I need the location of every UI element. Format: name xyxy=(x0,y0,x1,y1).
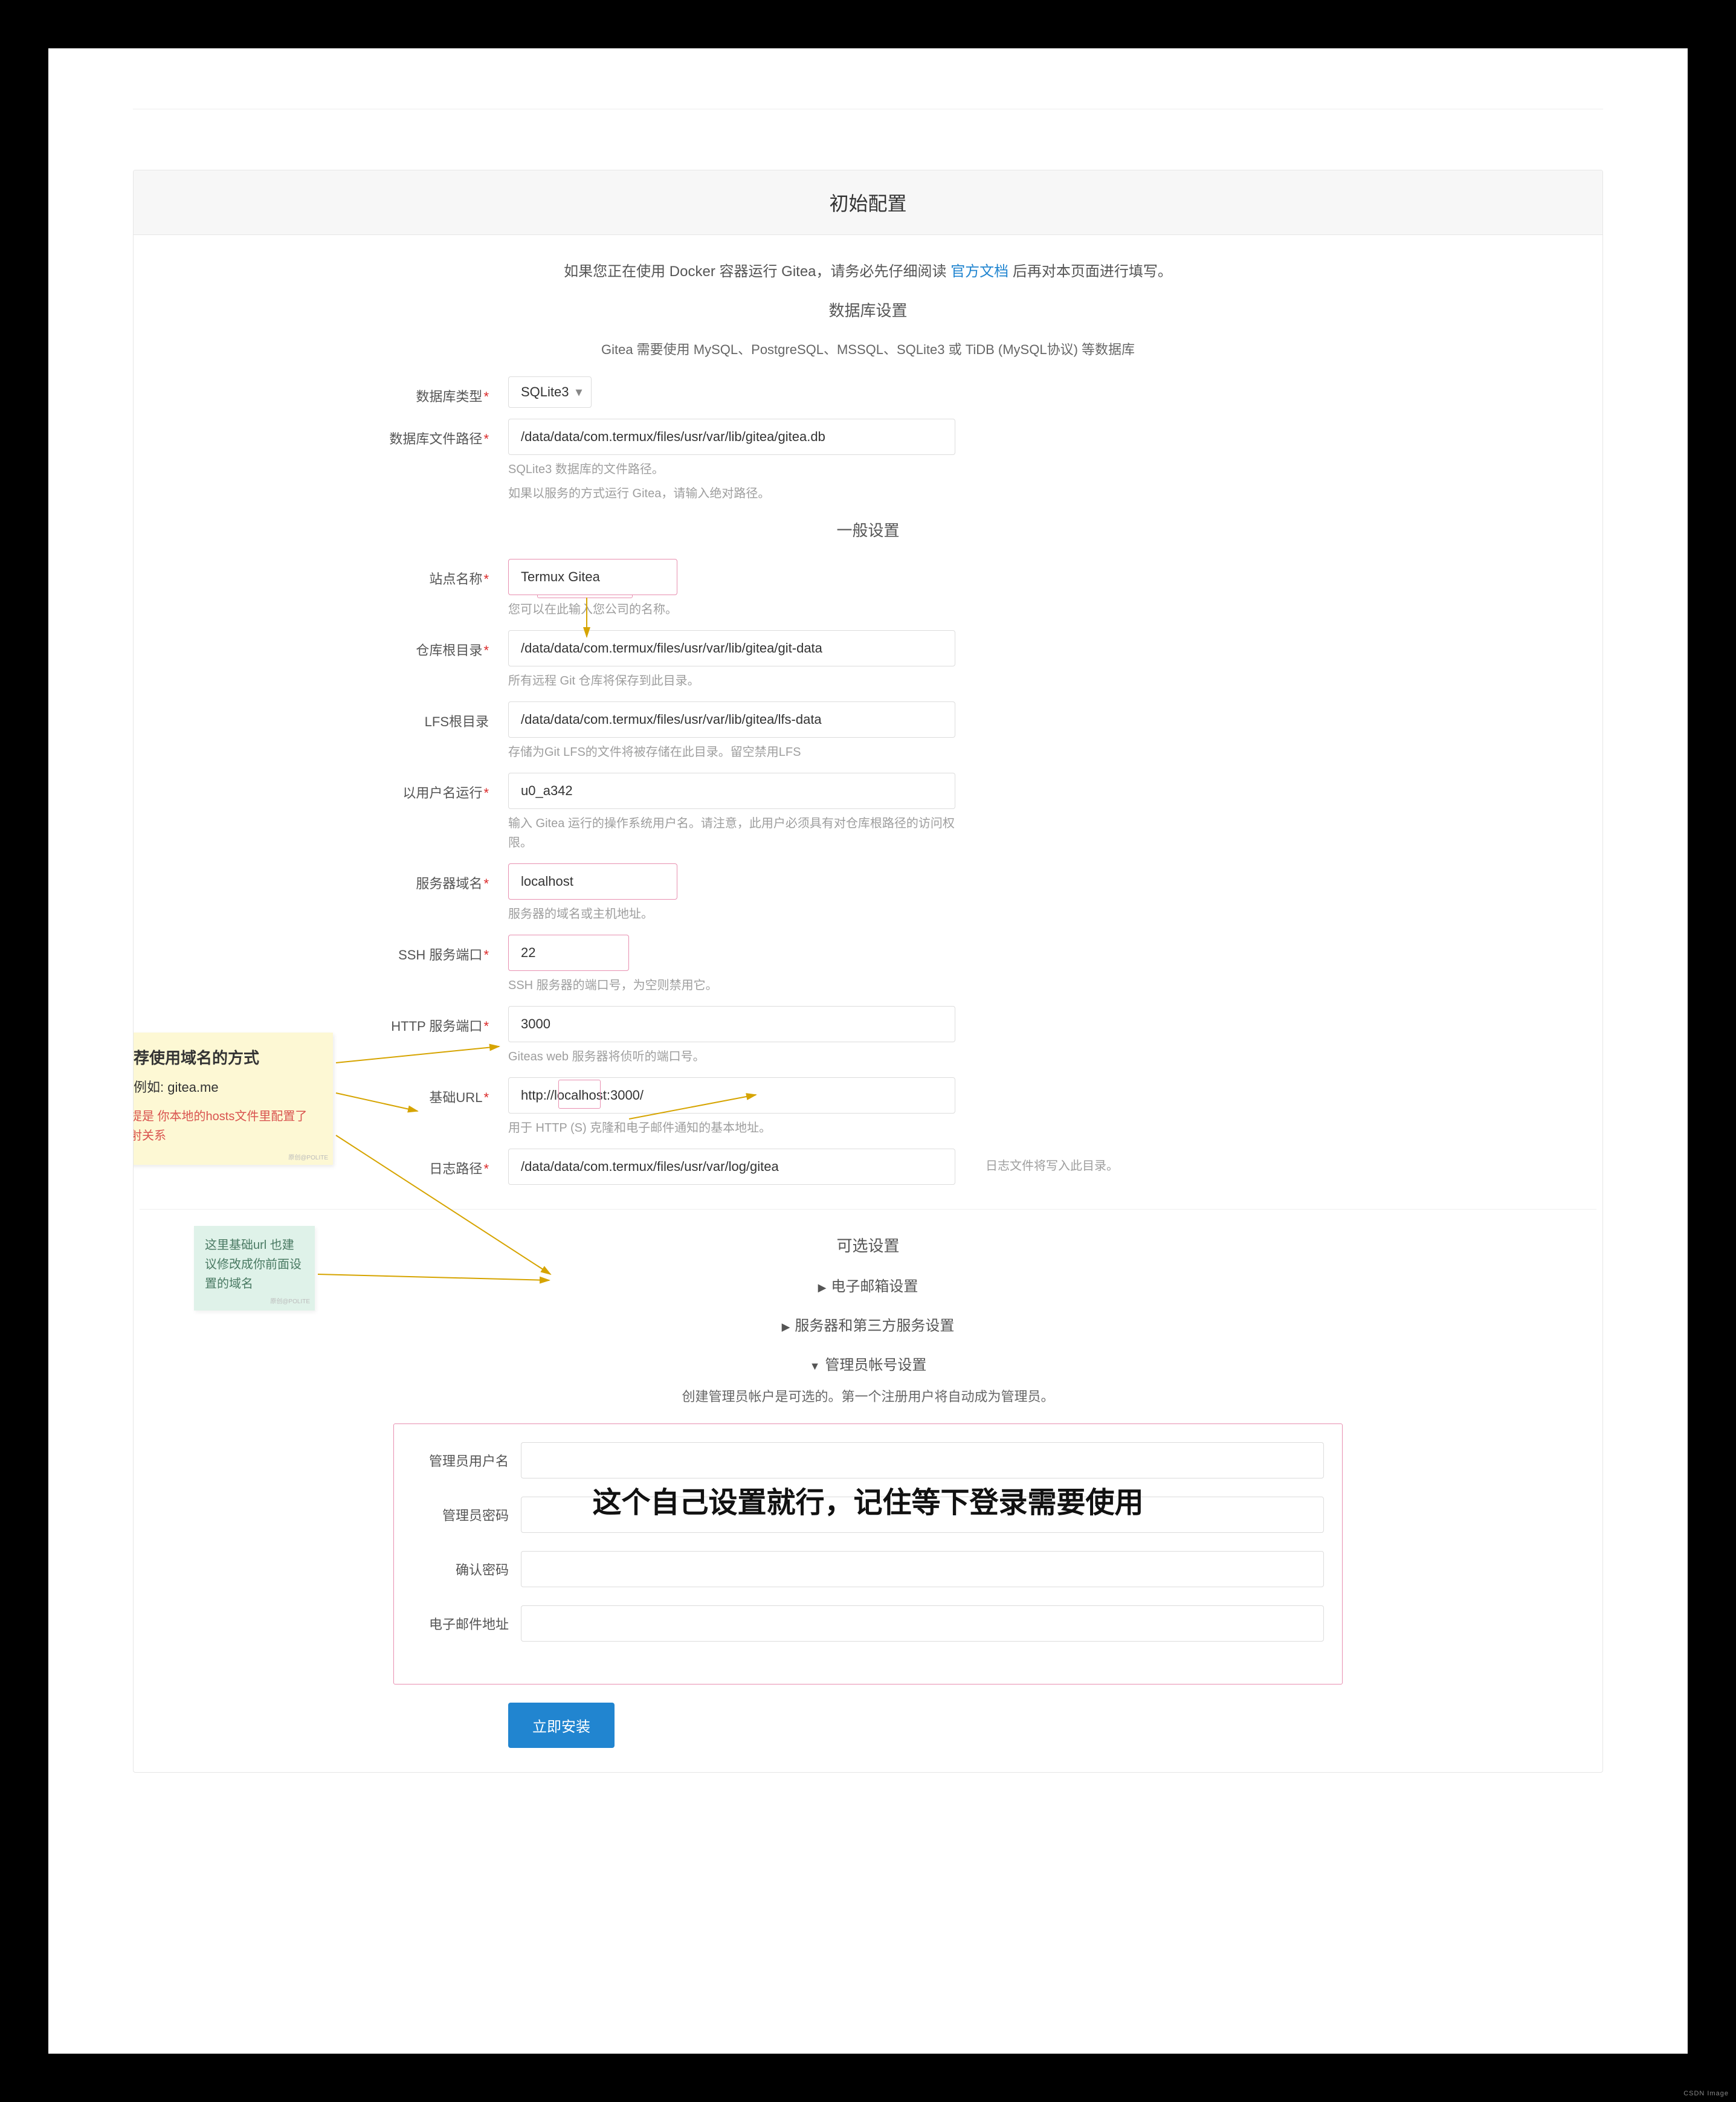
general-section-title: 一般设置 xyxy=(140,518,1596,541)
admin-account-box: 管理员用户名 管理员密码 确认密码 电子邮件地址 这个自己设置就行，记住等下登录… xyxy=(393,1423,1343,1685)
note-base-url: 这里基础url 也建议修改成你前面设置的域名 原创@POLITE xyxy=(194,1226,315,1311)
db-path-input[interactable] xyxy=(508,419,955,455)
row-admin-user: 管理员用户名 xyxy=(412,1442,1324,1478)
run-user-input[interactable] xyxy=(508,773,955,809)
ssh-port-input[interactable] xyxy=(508,935,629,971)
panel-body: 如果您正在使用 Docker 容器运行 Gitea，请务必先仔细阅读 官方文档 … xyxy=(134,235,1602,1772)
row-admin-pass: 管理员密码 xyxy=(412,1497,1324,1533)
db-type-label: 数据库类型 xyxy=(416,389,482,404)
domain-input[interactable] xyxy=(508,863,677,900)
chevron-right-icon: ▶ xyxy=(782,1321,790,1333)
http-port-input[interactable] xyxy=(508,1006,955,1042)
base-url-input[interactable] xyxy=(508,1077,955,1114)
site-name-input[interactable] xyxy=(508,559,677,595)
note-yellow-title: 推荐使用域名的方式 xyxy=(133,1046,318,1068)
db-path-help1: SQLite3 数据库的文件路径。 xyxy=(508,460,955,479)
install-panel: 初始配置 如果您正在使用 Docker 容器运行 Gitea，请务必先仔细阅读 … xyxy=(133,170,1603,1773)
row-db-path: 数据库文件路径* SQLite3 数据库的文件路径。 如果以服务的方式运行 Gi… xyxy=(140,419,1596,503)
note-credit: 原创@POLITE xyxy=(288,1152,328,1161)
note-yellow-example: 例如: gitea.me xyxy=(134,1077,318,1096)
docs-link[interactable]: 官方文档 xyxy=(950,263,1008,280)
chevron-down-icon: ▼ xyxy=(810,1360,821,1372)
log-path-label: 日志路径 xyxy=(429,1161,482,1176)
row-site-name: 站点名称* 您可以在此输入您公司的名称。 xyxy=(140,559,1596,619)
db-path-help2: 如果以服务的方式运行 Gitea，请输入绝对路径。 xyxy=(508,484,955,503)
domain-label: 服务器域名 xyxy=(416,876,482,891)
note-yellow-warn: 前提是 你本地的hosts文件里配置了映射关系 xyxy=(133,1107,318,1146)
gitea-install-page: 初始配置 如果您正在使用 Docker 容器运行 Gitea，请务必先仔细阅读 … xyxy=(48,48,1688,2054)
db-section-title: 数据库设置 xyxy=(140,298,1596,321)
site-name-help: 您可以在此输入您公司的名称。 xyxy=(508,600,955,619)
intro-text: 如果您正在使用 Docker 容器运行 Gitea，请务必先仔细阅读 官方文档 … xyxy=(140,259,1596,280)
db-type-select[interactable]: SQLite3 xyxy=(508,376,592,408)
row-repo-root: 仓库根目录* 所有远程 Git 仓库将保存到此目录。 xyxy=(140,630,1596,691)
confirm-pass-input[interactable] xyxy=(521,1551,1324,1587)
admin-email-input[interactable] xyxy=(521,1605,1324,1642)
domain-help: 服务器的域名或主机地址。 xyxy=(508,904,955,924)
lfs-root-label: LFS根目录 xyxy=(425,714,489,729)
admin-user-input[interactable] xyxy=(521,1442,1324,1478)
repo-root-label: 仓库根目录 xyxy=(416,643,482,658)
confirm-pass-label: 确认密码 xyxy=(412,1559,521,1579)
note-credit-2: 原创@POLITE xyxy=(270,1297,310,1307)
submit-row: 立即安装 xyxy=(508,1703,1596,1748)
log-path-side-help: 日志文件将写入此目录。 xyxy=(986,1156,1118,1173)
run-user-label: 以用户名运行 xyxy=(402,785,482,801)
lfs-root-help: 存储为Git LFS的文件将被存储在此目录。留空禁用LFS xyxy=(508,743,955,762)
admin-pass-label: 管理员密码 xyxy=(412,1505,521,1524)
row-run-user: 以用户名运行* 输入 Gitea 运行的操作系统用户名。请注意，此用户必须具有对… xyxy=(140,773,1596,853)
run-user-help: 输入 Gitea 运行的操作系统用户名。请注意，此用户必须具有对仓库根路径的访问… xyxy=(508,814,955,853)
collapse-admin[interactable]: ▼管理员帐号设置 xyxy=(140,1353,1596,1374)
install-button[interactable]: 立即安装 xyxy=(508,1703,615,1748)
panel-title: 初始配置 xyxy=(134,170,1602,235)
ssh-port-label: SSH 服务端口 xyxy=(398,947,482,962)
lfs-root-input[interactable] xyxy=(508,701,955,738)
intro-prefix: 如果您正在使用 Docker 容器运行 Gitea，请务必先仔细阅读 xyxy=(564,263,950,280)
row-confirm-pass: 确认密码 xyxy=(412,1551,1324,1587)
log-path-input[interactable] xyxy=(508,1149,955,1185)
base-url-label: 基础URL xyxy=(429,1090,482,1105)
intro-suffix: 后再对本页面进行填写。 xyxy=(1013,263,1172,280)
row-base-url: 基础URL* 用于 HTTP (S) 克隆和电子邮件通知的基本地址。 xyxy=(140,1077,1596,1138)
collapse-thirdparty[interactable]: ▶服务器和第三方服务设置 xyxy=(140,1314,1596,1335)
http-port-help: Giteas web 服务器将侦听的端口号。 xyxy=(508,1047,955,1066)
row-lfs-root: LFS根目录 存储为Git LFS的文件将被存储在此目录。留空禁用LFS xyxy=(140,701,1596,762)
ssh-port-help: SSH 服务器的端口号，为空则禁用它。 xyxy=(508,976,955,995)
collapse-email[interactable]: ▶电子邮箱设置 xyxy=(140,1274,1596,1295)
row-domain: 服务器域名* 服务器的域名或主机地址。 xyxy=(140,863,1596,924)
site-name-label: 站点名称 xyxy=(429,572,482,587)
note-green-text: 这里基础url 也建议修改成你前面设置的域名 xyxy=(205,1239,302,1291)
repo-root-help: 所有远程 Git 仓库将保存到此目录。 xyxy=(508,671,955,691)
divider-optional xyxy=(140,1209,1596,1210)
chevron-right-icon: ▶ xyxy=(818,1282,827,1294)
optional-section-title: 可选设置 xyxy=(140,1234,1596,1256)
http-port-label: HTTP 服务端口 xyxy=(391,1019,482,1034)
db-section-sub: Gitea 需要使用 MySQL、PostgreSQL、MSSQL、SQLite… xyxy=(140,339,1596,358)
row-http-port: HTTP 服务端口* Giteas web 服务器将侦听的端口号。 xyxy=(140,1006,1596,1066)
admin-email-label: 电子邮件地址 xyxy=(412,1614,521,1633)
watermark: CSDN Image xyxy=(1683,2090,1729,2097)
base-url-help: 用于 HTTP (S) 克隆和电子邮件通知的基本地址。 xyxy=(508,1118,955,1138)
note-domain-recommend: 推荐使用域名的方式 例如: gitea.me 前提是 你本地的hosts文件里配… xyxy=(133,1033,333,1165)
admin-pass-input[interactable] xyxy=(521,1497,1324,1533)
db-path-label: 数据库文件路径 xyxy=(389,431,482,447)
row-admin-email: 电子邮件地址 xyxy=(412,1605,1324,1642)
admin-user-label: 管理员用户名 xyxy=(412,1451,521,1470)
row-ssh-port: SSH 服务端口* SSH 服务器的端口号，为空则禁用它。 xyxy=(140,935,1596,995)
admin-hint: 创建管理员帐户是可选的。第一个注册用户将自动成为管理员。 xyxy=(140,1386,1596,1405)
row-log-path: 日志路径* 日志文件将写入此目录。 xyxy=(140,1149,1596,1185)
row-db-type: 数据库类型* SQLite3 xyxy=(140,376,1596,408)
repo-root-input[interactable] xyxy=(508,630,955,666)
